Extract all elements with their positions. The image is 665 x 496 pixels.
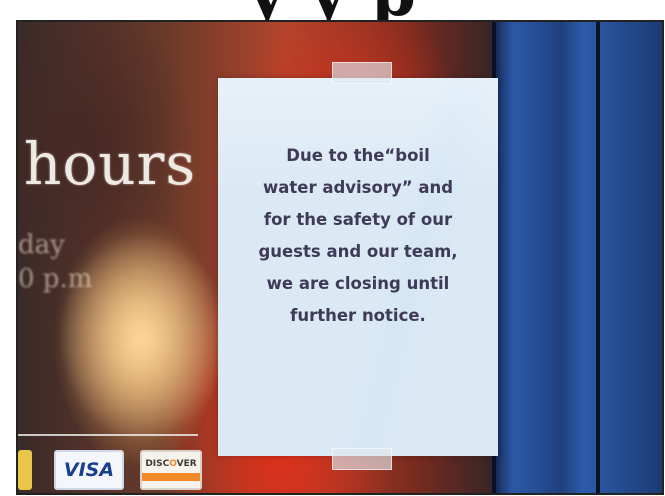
notice-line: further notice. (290, 306, 426, 325)
window-sign-time: 0 p.m (18, 264, 93, 294)
notice-line: guests and our team, (258, 242, 458, 261)
discover-stripe (142, 473, 200, 481)
blue-door (492, 22, 662, 493)
window-divider (18, 434, 198, 436)
tape-top (332, 62, 392, 84)
headline-fragment: y y p (0, 0, 665, 22)
window-sign-day: day (18, 230, 65, 260)
notice-line: water advisory” and (262, 178, 454, 197)
visa-sticker: VISA (54, 450, 124, 490)
window-sign-hours: hours (24, 130, 197, 198)
visa-label: VISA (63, 459, 115, 481)
notice-text: Due to the“boil water advisory” and for … (234, 140, 482, 332)
door-frame-right (596, 22, 600, 493)
notice-line: for the safety of our (263, 210, 453, 229)
tape-bottom (332, 448, 392, 470)
notice-line: Due to the“boil (286, 146, 430, 165)
notice-line: we are closing until (266, 274, 450, 293)
storefront-photo: hours day 0 p.m VISA DISCOVER Due to the… (16, 20, 664, 495)
discover-label: DISCOVER (145, 459, 197, 469)
closure-notice: Due to the“boil water advisory” and for … (218, 78, 498, 456)
discover-sticker: DISCOVER (140, 450, 202, 490)
card-sticker-partial (18, 450, 32, 490)
